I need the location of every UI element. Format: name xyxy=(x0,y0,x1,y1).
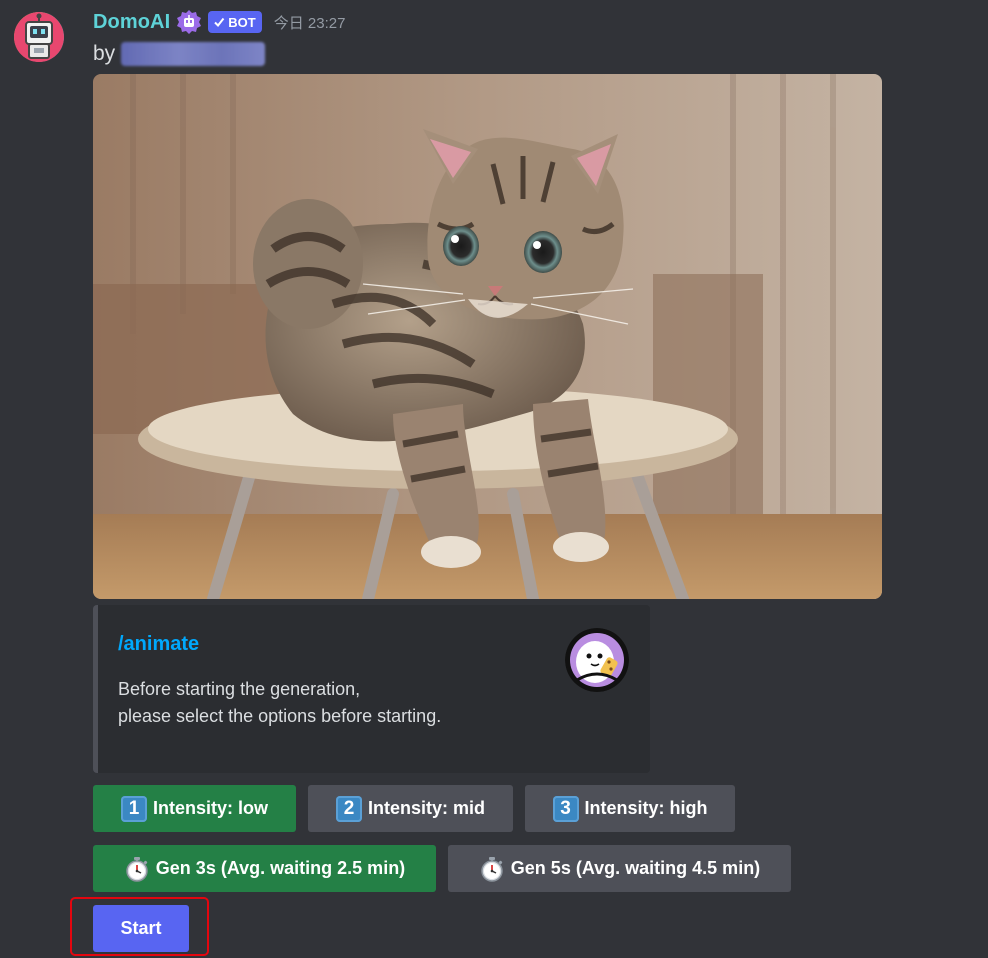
robot-role-icon[interactable] xyxy=(176,9,202,35)
author-name[interactable]: DomoAI xyxy=(93,11,170,34)
stopwatch-icon xyxy=(126,856,148,882)
button-label: Intensity: mid xyxy=(367,798,485,818)
command-embed: /animate Before starting the generation,… xyxy=(93,605,650,773)
bot-badge: BOT xyxy=(208,11,262,33)
intensity-low-button[interactable]: 1 Intensity: low xyxy=(93,785,296,832)
image-attachment[interactable] xyxy=(93,74,882,599)
redacted-username xyxy=(121,42,266,66)
start-button[interactable]: Start xyxy=(93,905,189,952)
message-timestamp[interactable]: 今日 23:27 xyxy=(274,12,346,33)
keycap-2-icon: 2 xyxy=(335,795,362,822)
byline: by xyxy=(93,40,266,68)
button-label: Intensity: high xyxy=(584,798,708,818)
robot-avatar-icon xyxy=(14,12,64,62)
domo-mascot-icon xyxy=(565,628,629,692)
button-label: Intensity: low xyxy=(152,798,268,818)
embed-description: Before starting the generation, please s… xyxy=(118,676,441,730)
embed-title[interactable]: /animate xyxy=(118,633,199,656)
intensity-high-button[interactable]: 3 Intensity: high xyxy=(525,785,735,832)
button-label: Gen 3s (Avg. waiting 2.5 min) xyxy=(155,858,406,878)
embed-description-line: please select the options before startin… xyxy=(118,706,442,726)
kitten-photo xyxy=(93,74,882,599)
intensity-mid-button[interactable]: 2 Intensity: mid xyxy=(308,785,513,832)
message-header: DomoAI BOT 今日 23:27 xyxy=(93,8,345,36)
stopwatch-icon xyxy=(481,856,503,882)
byline-prefix: by xyxy=(93,42,116,65)
button-label: Start xyxy=(120,918,162,938)
button-label: Gen 5s (Avg. waiting 4.5 min) xyxy=(510,858,761,878)
gen-5s-button[interactable]: Gen 5s (Avg. waiting 4.5 min) xyxy=(448,845,791,892)
keycap-1-icon: 1 xyxy=(120,795,147,822)
bot-avatar[interactable] xyxy=(14,12,64,62)
embed-thumbnail[interactable] xyxy=(565,628,629,692)
gen-3s-button[interactable]: Gen 3s (Avg. waiting 2.5 min) xyxy=(93,845,436,892)
embed-description-line: Before starting the generation, xyxy=(118,679,361,699)
checkmark-icon xyxy=(214,17,225,28)
chat-message: DomoAI BOT 今日 23:27 by /animate Before s… xyxy=(0,0,988,958)
keycap-3-icon: 3 xyxy=(552,795,579,822)
bot-badge-label: BOT xyxy=(228,14,256,30)
